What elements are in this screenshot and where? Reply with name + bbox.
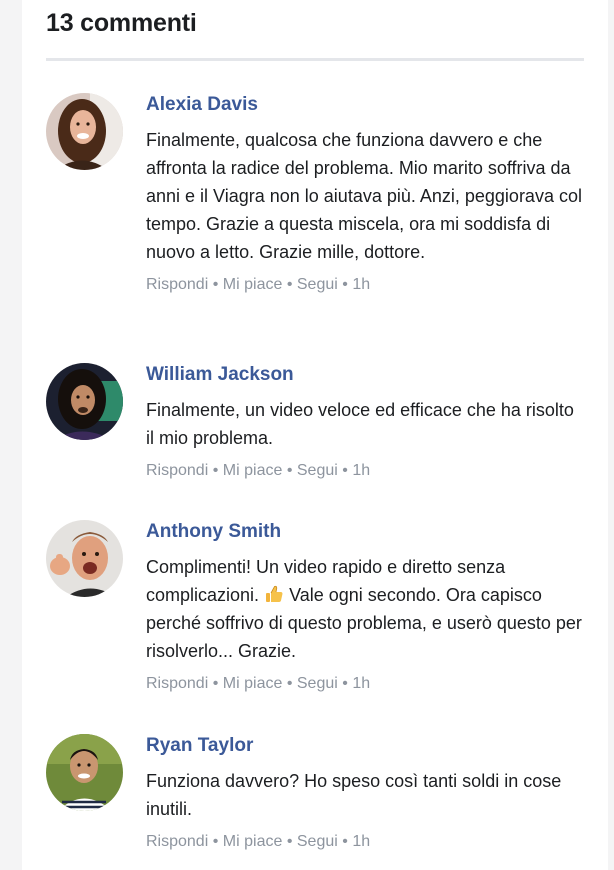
action-separator: •	[342, 675, 348, 692]
comment-actions: Rispondi • Mi piace • Segui • 1h	[146, 275, 586, 295]
action-separator: •	[212, 833, 219, 850]
header-divider	[46, 58, 584, 61]
comment-author-name[interactable]: William Jackson	[146, 363, 586, 387]
comment-text: Complimenti! Un video rapido e diretto s…	[146, 553, 586, 665]
action-separator: •	[342, 276, 348, 293]
comment-time: 1h	[352, 462, 371, 479]
reply-link[interactable]: Rispondi	[146, 675, 208, 692]
action-separator: •	[286, 675, 293, 692]
comment-actions: Rispondi • Mi piace • Segui • 1h	[146, 461, 586, 481]
comment-actions: Rispondi • Mi piace • Segui • 1h	[146, 674, 586, 694]
like-link[interactable]: Mi piace	[223, 833, 283, 850]
like-link[interactable]: Mi piace	[223, 462, 283, 479]
comment-body: William Jackson Finalmente, un video vel…	[146, 363, 586, 481]
action-separator: •	[212, 675, 219, 692]
follow-link[interactable]: Segui	[297, 675, 338, 692]
comment-time: 1h	[352, 833, 371, 850]
comment-time: 1h	[352, 276, 371, 293]
comment-text: Finalmente, un video veloce ed efficace …	[146, 400, 574, 448]
action-separator: •	[212, 462, 219, 479]
action-separator: •	[286, 276, 293, 293]
action-separator: •	[212, 276, 219, 293]
action-separator: •	[342, 833, 348, 850]
thumbs-up-icon	[264, 584, 284, 604]
action-separator: •	[286, 833, 293, 850]
reply-link[interactable]: Rispondi	[146, 833, 208, 850]
comments-panel: 13 commenti Alexia Davis Finalmente, qua…	[22, 0, 608, 870]
comment-text: Funziona davvero? Ho speso così tanti so…	[146, 771, 562, 819]
comment-author-name[interactable]: Alexia Davis	[146, 93, 586, 117]
comment-body: Anthony Smith Complimenti! Un video rapi…	[146, 520, 586, 694]
avatar[interactable]	[46, 93, 123, 170]
comment-actions: Rispondi • Mi piace • Segui • 1h	[146, 832, 586, 852]
follow-link[interactable]: Segui	[297, 462, 338, 479]
action-separator: •	[342, 462, 348, 479]
follow-link[interactable]: Segui	[297, 833, 338, 850]
avatar[interactable]	[46, 734, 123, 811]
comments-count-title: 13 commenti	[46, 9, 197, 37]
reply-link[interactable]: Rispondi	[146, 462, 208, 479]
action-separator: •	[286, 462, 293, 479]
avatar[interactable]	[46, 520, 123, 597]
comment-body: Alexia Davis Finalmente, qualcosa che fu…	[146, 93, 586, 295]
comment-body: Ryan Taylor Funziona davvero? Ho speso c…	[146, 734, 586, 852]
comment-time: 1h	[352, 675, 371, 692]
comment-author-name[interactable]: Ryan Taylor	[146, 734, 586, 758]
reply-link[interactable]: Rispondi	[146, 276, 208, 293]
comment-author-name[interactable]: Anthony Smith	[146, 520, 586, 544]
avatar[interactable]	[46, 363, 123, 440]
like-link[interactable]: Mi piace	[223, 675, 283, 692]
follow-link[interactable]: Segui	[297, 276, 338, 293]
like-link[interactable]: Mi piace	[223, 276, 283, 293]
comment-text: Finalmente, qualcosa che funziona davver…	[146, 130, 582, 262]
